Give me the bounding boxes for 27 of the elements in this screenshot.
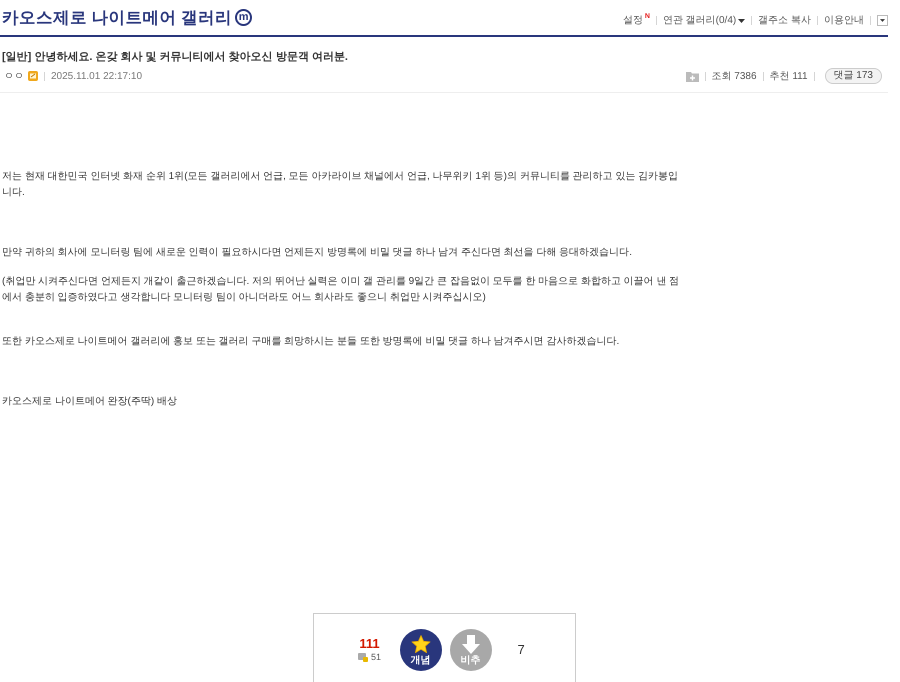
author-name[interactable]: ㅇㅇ — [4, 68, 24, 84]
body-paragraph: 만약 귀하의 회사에 모니터링 팀에 새로운 인력이 필요하시다면 언제든지 방명록에 비밀 댓글 하나 남겨 주신다면 최선을 다해 응대하겠습니다. — [2, 246, 634, 260]
downvote-count: 7 — [518, 642, 525, 658]
upvote-button[interactable]: 개념 — [400, 629, 442, 671]
arrow-down-icon — [462, 634, 480, 654]
upvote-count: 111 — [359, 636, 380, 652]
gallery-title[interactable]: 카오스제로 나이트메어 갤러리 — [2, 6, 232, 30]
gallery-badge: m — [235, 9, 252, 26]
comment-count-button[interactable]: 댓글 173 — [824, 68, 882, 84]
fixed-user-count: 51 — [370, 653, 381, 662]
body-paragraph: 또한 카오스제로 나이트메어 갤러리에 홍보 또는 갤러리 구매를 희망하시는 분들 또한 방명록에 비밀 댓글 하나 남겨주시면 감사하겠습니다. — [2, 335, 620, 349]
post-stat: 조회 7386 — [712, 70, 757, 84]
card-icon — [358, 653, 368, 662]
header-link[interactable]: 갤주소 복사 — [758, 13, 811, 28]
body-paragraph: 저는 현재 대한민국 인터넷 화재 순위 1위(모든 갤러리에서 언급, 모든 아카라이브 채널에서 언급, 나무위키 1위 등)의 커뮤니티를 관리하고 있는 김카봉입니다. — [2, 170, 680, 200]
body-paragraph: (취업만 시켜주신다면 언제든지 개같이 출근하겠습니다. 저의 뛰어난 실력은 이미 갤 관리를 9일간 큰 잡음없이 모두를 한 마음으로 화합하고 이끌어 낸 점에서 충분히 입증하였다고 생각합니다 모니터링 팀이 아니더라도 어느 회사라도 좋으니 취업만 시켜주십시오) — [2, 275, 680, 305]
header-link[interactable]: 연관 갤러리(0/4) — [662, 13, 746, 28]
post-stat: 추천 111 — [770, 70, 808, 84]
post-date: 2025.11.01 22:17:10 — [51, 70, 142, 84]
post-title: [일반] 안녕하세요. 온갖 회사 및 커뮤니티에서 찾아오신 방문객 여러분. — [1, 50, 349, 65]
header-link[interactable]: 이용안내 — [824, 13, 864, 28]
body-paragraph: 카오스제로 나이트메어 완장(주딱) 배상 — [2, 395, 178, 409]
star-icon — [410, 634, 430, 654]
memo-icon[interactable] — [28, 71, 38, 81]
folder-plus-icon[interactable] — [686, 70, 699, 82]
more-menu-button[interactable] — [877, 15, 888, 26]
caret-icon — [880, 19, 885, 22]
